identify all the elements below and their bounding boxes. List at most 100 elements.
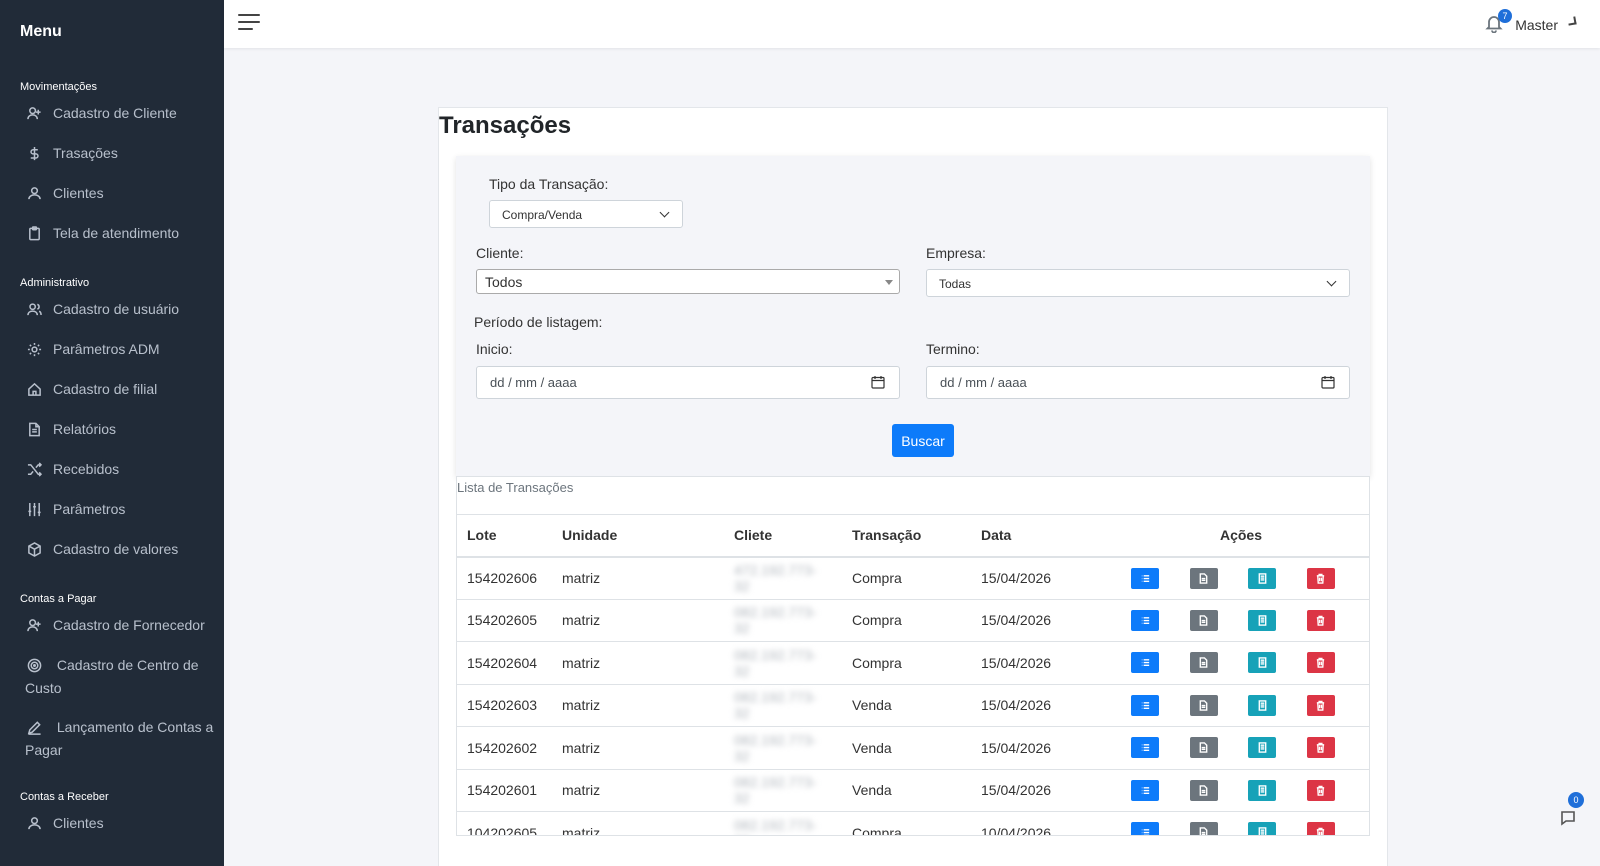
transactions-table: Lote Unidade Cliete Transação Data Ações… [457, 514, 1369, 836]
delete-button[interactable] [1306, 567, 1335, 589]
cliente-select[interactable]: Todos [476, 269, 900, 294]
sidebar-item-cadastro-fornecedor[interactable]: Cadastro de Fornecedor [0, 614, 224, 654]
cell-data: 10/04/2026 [971, 811, 1111, 836]
sidebar-item-clientes[interactable]: Clientes [0, 182, 224, 222]
receipt-icon [1257, 699, 1268, 711]
cell-cliente: 082.192.773-32 [724, 641, 842, 685]
details-button[interactable] [1131, 737, 1159, 759]
details-button[interactable] [1131, 694, 1159, 716]
receipt-button[interactable] [1248, 652, 1277, 674]
sidebar-item-recebidos[interactable]: Recebidos [0, 458, 224, 498]
list-icon [1140, 573, 1151, 584]
hamburger-menu-icon[interactable] [238, 14, 260, 32]
document-button[interactable] [1189, 609, 1218, 631]
sidebar-item-lancamento-contas[interactable]: Lançamento de Contas a Pagar [0, 716, 224, 780]
sidebar-item-tela-atendimento[interactable]: Tela de atendimento [0, 222, 224, 266]
details-button[interactable] [1131, 779, 1159, 801]
sidebar-item-cadastro-filial[interactable]: Cadastro de filial [0, 378, 224, 418]
sidebar-item-parametros-adm[interactable]: Parâmetros ADM [0, 338, 224, 378]
table-row: 154202606 matriz 472.192.773-32 Compra 15/04… [457, 556, 1369, 600]
row-actions [1121, 779, 1361, 801]
termino-date-value: dd / mm / aaaa [940, 375, 1027, 390]
cell-lote: 154202605 [457, 599, 552, 642]
topbar: 7 Master [224, 0, 1600, 48]
cell-transacao: Compra [842, 599, 971, 642]
sidebar-item-clientes-receber[interactable]: Clientes [0, 812, 224, 852]
cell-unidade-text: matriz [562, 654, 601, 671]
column-header-unidade: Unidade [552, 514, 724, 558]
sidebar-item-cadastro-valores[interactable]: Cadastro de valores [0, 538, 224, 582]
document-button[interactable] [1189, 822, 1218, 835]
document-button[interactable] [1189, 694, 1218, 716]
receipt-button[interactable] [1248, 779, 1277, 801]
calendar-icon[interactable] [1321, 375, 1335, 389]
cell-transacao: Venda [842, 684, 971, 727]
cell-data-text: 10/04/2026 [981, 824, 1052, 836]
delete-button[interactable] [1306, 694, 1335, 716]
sidebar-item-label: Cadastro de Cliente [53, 105, 177, 121]
column-header-data: Data [971, 514, 1111, 558]
section-title-contas-receber: Contas a Receber [20, 791, 109, 803]
sidebar-item-trasacoes[interactable]: Trasações [0, 142, 224, 182]
delete-button[interactable] [1306, 609, 1335, 631]
cell-cliente-text: 082.192.773-32 [734, 816, 817, 835]
cell-unidade: matriz [552, 811, 724, 836]
document-icon [1198, 699, 1209, 711]
sidebar-item-parametros[interactable]: Parâmetros [0, 498, 224, 538]
sidebar-item-centro-custo[interactable]: Cadastro de Centro de Custo [0, 654, 224, 716]
cell-lote-text: 154202603 [467, 697, 538, 714]
sidebar-item-relatorios[interactable]: Relatórios [0, 418, 224, 458]
user-menu[interactable]: Master [1515, 17, 1558, 33]
file-text-icon [25, 420, 43, 438]
empresa-select[interactable]: Todas [926, 269, 1350, 297]
document-button[interactable] [1189, 737, 1218, 759]
tipo-transacao-select[interactable]: Compra/Venda [489, 200, 683, 228]
list-title: Lista de Transações [457, 480, 574, 495]
notification-bell-icon[interactable]: 7 [1484, 9, 1512, 35]
receipt-button[interactable] [1248, 694, 1277, 716]
cell-unidade: matriz [552, 726, 724, 770]
sidebar-item-cadastro-usuario[interactable]: Cadastro de usuário [0, 298, 224, 338]
cliente-label: Cliente: [476, 245, 524, 261]
cell-acoes [1111, 641, 1369, 685]
table-row: 154202603 matriz 082.192.773-32 Venda 15/04/… [457, 684, 1369, 727]
cell-lote-text: 154202604 [467, 654, 538, 671]
receipt-button[interactable] [1248, 822, 1277, 835]
delete-button[interactable] [1306, 822, 1335, 835]
sidebar-item-cadastro-cliente[interactable]: Cadastro de Cliente [0, 102, 224, 142]
sidebar-item-label: Trasações [53, 145, 118, 161]
receipt-button[interactable] [1248, 567, 1277, 589]
document-button[interactable] [1189, 652, 1218, 674]
document-button[interactable] [1189, 779, 1218, 801]
delete-button[interactable] [1306, 779, 1335, 801]
delete-button[interactable] [1306, 652, 1335, 674]
user-caret-icon[interactable] [1567, 16, 1577, 26]
delete-button[interactable] [1306, 737, 1335, 759]
details-button[interactable] [1131, 822, 1159, 835]
cell-cliente-text: 082.192.773-32 [734, 689, 817, 722]
cell-data: 15/04/2026 [971, 684, 1111, 727]
cell-lote: 104202605 [457, 811, 552, 835]
details-button[interactable] [1131, 567, 1159, 589]
page-title: Transações [439, 112, 572, 139]
cell-transacao-text: Compra [852, 654, 902, 671]
receipt-button[interactable] [1248, 737, 1277, 759]
row-actions [1121, 694, 1361, 716]
receipt-button[interactable] [1248, 609, 1277, 631]
calendar-icon[interactable] [871, 375, 885, 389]
table-row: 154202605 matriz 082.192.773-32 Compra 15/04… [457, 599, 1369, 642]
chat-icon[interactable]: 0 [1560, 792, 1584, 828]
details-button[interactable] [1131, 652, 1159, 674]
list-icon [1140, 615, 1151, 626]
details-button[interactable] [1131, 609, 1159, 631]
cell-unidade-text: matriz [562, 612, 601, 629]
cell-cliente-text: 082.192.773-32 [734, 646, 817, 679]
inicio-date-input[interactable]: dd / mm / aaaa [476, 366, 900, 399]
buscar-button[interactable]: Buscar [892, 424, 954, 457]
cell-data-text: 15/04/2026 [981, 654, 1052, 671]
target-icon [25, 657, 43, 675]
document-button[interactable] [1189, 567, 1218, 589]
termino-date-input[interactable]: dd / mm / aaaa [926, 366, 1350, 399]
trash-icon [1315, 827, 1326, 835]
cell-unidade-text: matriz [562, 824, 601, 836]
